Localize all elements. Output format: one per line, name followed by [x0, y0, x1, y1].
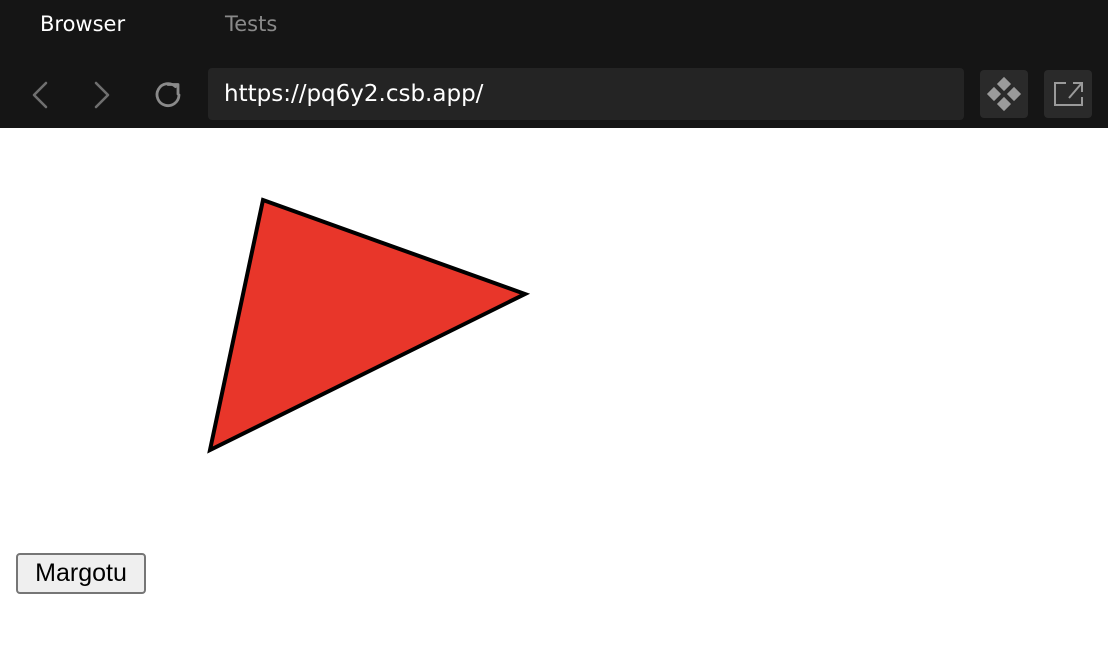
margotu-button[interactable]: Margotu — [16, 553, 146, 594]
page-content: Margotu — [0, 128, 1108, 658]
back-button[interactable] — [18, 72, 62, 118]
devtools-icon — [986, 76, 1022, 112]
chevron-left-icon — [32, 81, 48, 109]
reload-icon — [155, 82, 181, 108]
reload-button[interactable] — [147, 72, 191, 118]
browser-toolbar: Browser Tests https://pq6y2.csb.app/ — [0, 0, 1108, 128]
open-in-new-window-icon — [1054, 82, 1083, 106]
chevron-right-icon — [94, 81, 110, 109]
tab-browser[interactable]: Browser — [40, 10, 125, 38]
address-bar[interactable]: https://pq6y2.csb.app/ — [208, 68, 964, 120]
open-in-new-window-button[interactable] — [1044, 70, 1092, 118]
triangle-shape — [207, 197, 531, 454]
tab-tests[interactable]: Tests — [225, 10, 277, 38]
forward-button[interactable] — [80, 72, 124, 118]
devtools-button[interactable] — [980, 70, 1028, 118]
